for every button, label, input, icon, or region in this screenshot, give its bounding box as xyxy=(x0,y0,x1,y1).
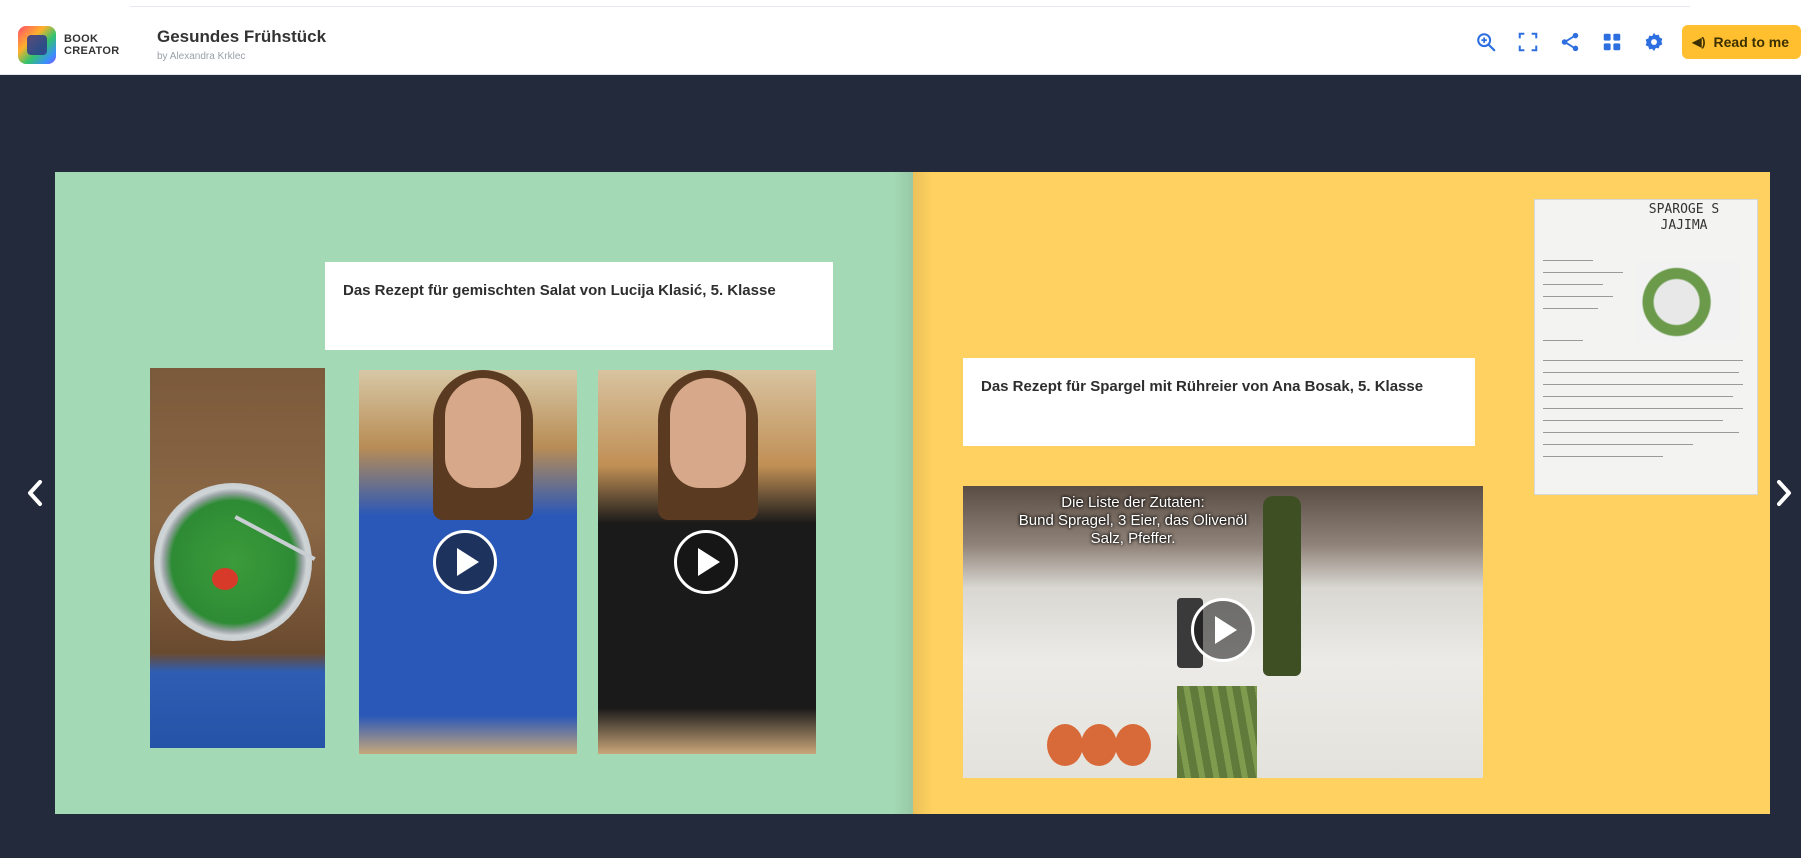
handwriting-line xyxy=(1543,260,1593,261)
salad-plate xyxy=(154,483,312,641)
asparagus-bunch xyxy=(1177,686,1257,778)
handwritten-recipe-photo: SPAROGE S JAJIMA xyxy=(1535,200,1757,494)
brand-line-2: CREATOR xyxy=(64,45,120,57)
egg xyxy=(1081,724,1117,766)
recipe-title-line-1: SPAROGE S xyxy=(1648,202,1720,217)
book-creator-logo[interactable]: BOOK CREATOR xyxy=(18,26,134,64)
salad-photo xyxy=(150,368,325,748)
recipe-dish-drawing xyxy=(1635,262,1739,342)
fullscreen-icon xyxy=(1519,32,1538,52)
page-fold xyxy=(893,172,933,814)
recipe-title: SPAROGE S JAJIMA xyxy=(1629,202,1739,234)
zoom-in-icon xyxy=(1477,33,1496,52)
play-icon[interactable] xyxy=(674,530,738,594)
chevron-right-icon xyxy=(1777,480,1791,506)
handwriting-line xyxy=(1543,340,1583,341)
book-creator-logo-icon xyxy=(18,26,56,64)
brand-line-1: BOOK xyxy=(64,33,99,45)
book-author: by Alexandra Krklec xyxy=(157,51,246,62)
right-page-caption: Das Rezept für Spargel mit Rühreier von … xyxy=(963,358,1475,446)
recipe-title-line-2: JAJIMA xyxy=(1660,218,1708,233)
zoom-button[interactable] xyxy=(1468,26,1504,58)
handwriting-line xyxy=(1543,296,1613,297)
handwriting-line xyxy=(1543,360,1743,361)
book-title-block: Gesundes Frühstück by Alexandra Krklec xyxy=(157,27,326,62)
video-lucija-2[interactable] xyxy=(598,370,816,754)
handwriting-line xyxy=(1543,420,1723,421)
gear-icon xyxy=(1645,32,1663,52)
brand-name: BOOK CREATOR xyxy=(64,33,134,57)
handwriting-line xyxy=(1543,408,1743,409)
video-figure-head xyxy=(445,378,521,488)
video-subtitle-line-1: Die Liste der Zutaten: xyxy=(1061,494,1205,511)
handwriting-line xyxy=(1543,456,1663,457)
handwriting-line xyxy=(1543,432,1739,433)
grid-icon xyxy=(1604,33,1621,51)
toolbar: ◀) Read to me xyxy=(1468,25,1801,59)
video-lucija-1[interactable] xyxy=(359,370,577,754)
chevron-left-icon xyxy=(28,480,42,506)
left-page-caption: Das Rezept für gemischten Salat von Luci… xyxy=(325,262,833,350)
share-button[interactable] xyxy=(1552,26,1588,58)
handwriting-line xyxy=(1543,372,1739,373)
video-subtitle-line-3: Salz, Pfeffer. xyxy=(1090,530,1176,547)
handwriting-line xyxy=(1543,308,1598,309)
fullscreen-button[interactable] xyxy=(1510,26,1546,58)
handwriting-line xyxy=(1543,384,1743,385)
video-figure-head xyxy=(670,378,746,488)
egg xyxy=(1047,724,1083,766)
handwriting-line xyxy=(1543,272,1623,273)
speaker-icon: ◀) xyxy=(1692,35,1706,49)
play-icon[interactable] xyxy=(433,530,497,594)
handwriting-line xyxy=(1543,284,1603,285)
video-subtitle-line-2: Bund Spragel, 3 Eier, das Olivenöl xyxy=(1018,512,1248,529)
book-spread: Das Rezept für gemischten Salat von Luci… xyxy=(55,172,1770,814)
handwriting-line xyxy=(1543,396,1733,397)
next-page-button[interactable] xyxy=(1771,476,1797,510)
pages-grid-button[interactable] xyxy=(1594,26,1630,58)
read-to-me-button[interactable]: ◀) Read to me xyxy=(1682,25,1801,59)
settings-button[interactable] xyxy=(1636,26,1672,58)
handwriting-line xyxy=(1543,444,1693,445)
book-title: Gesundes Frühstück xyxy=(157,27,327,46)
egg xyxy=(1115,724,1151,766)
previous-page-button[interactable] xyxy=(22,476,48,510)
top-divider xyxy=(130,0,1690,7)
read-to-me-label: Read to me xyxy=(1713,34,1789,50)
salad-tomato xyxy=(212,568,238,590)
share-icon xyxy=(1562,32,1579,52)
video-subtitle: Die Liste der Zutaten: Bund Spragel, 3 E… xyxy=(963,494,1303,548)
play-icon[interactable] xyxy=(1191,598,1255,662)
video-ana-asparagus[interactable]: Die Liste der Zutaten: Bund Spragel, 3 E… xyxy=(963,486,1483,778)
top-bar: BOOK CREATOR Gesundes Frühstück by Alexa… xyxy=(0,0,1801,75)
